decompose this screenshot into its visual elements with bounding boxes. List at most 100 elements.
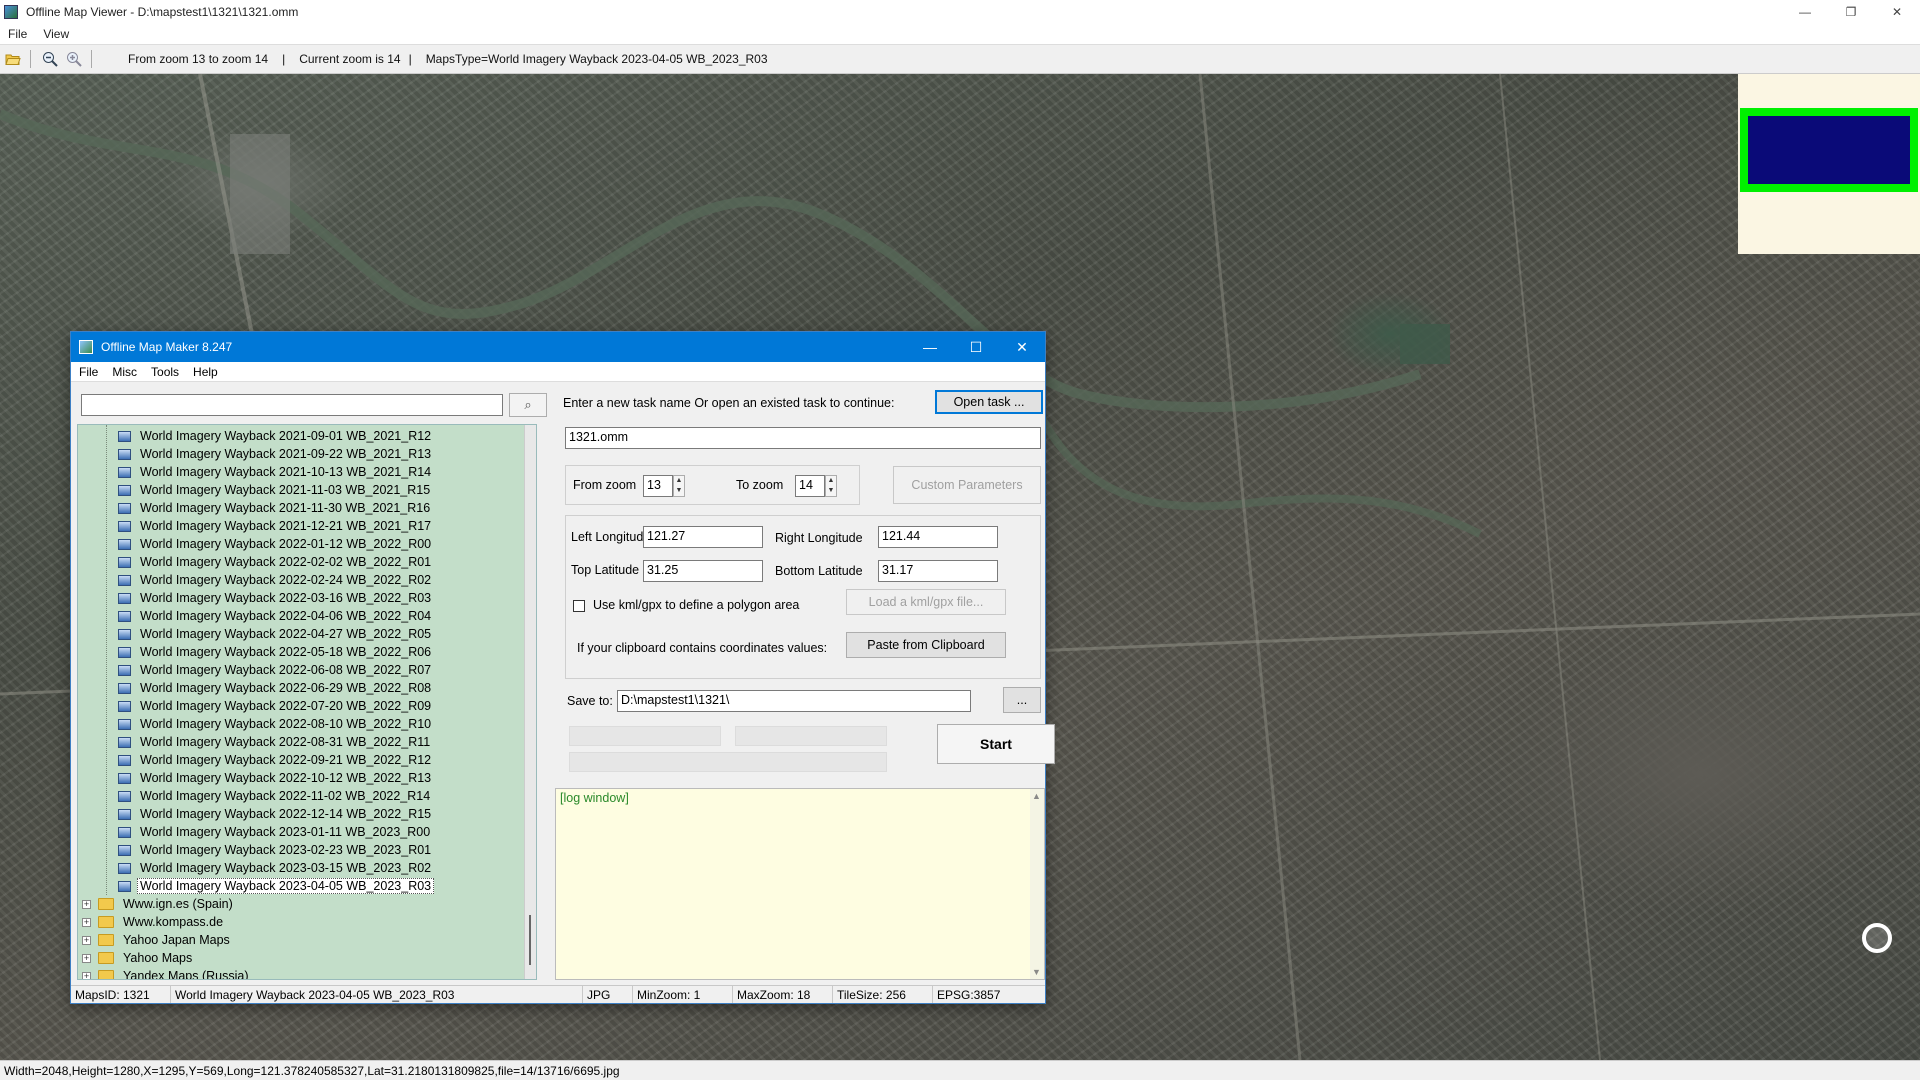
browse-folder-button[interactable]: ... [1003, 687, 1041, 713]
tree-folder[interactable]: + Www.ign.es (Spain) [82, 895, 236, 913]
expand-icon[interactable]: + [82, 953, 91, 963]
map-layer-icon [118, 466, 131, 478]
tree-folder[interactable]: + Www.kompass.de [82, 913, 226, 931]
tree-item-wayback[interactable]: World Imagery Wayback 2022-03-16 WB_2022… [118, 589, 434, 607]
tree-item-wayback[interactable]: World Imagery Wayback 2022-04-27 WB_2022… [118, 625, 434, 643]
tree-scrollbar[interactable] [524, 425, 536, 979]
to-zoom-field[interactable]: 14 [795, 475, 825, 497]
tile-info-status: Width=2048,Height=1280,X=1295,Y=569,Long… [4, 1063, 620, 1078]
spin-up-icon[interactable]: ▲ [674, 476, 684, 486]
provider-search-input[interactable] [81, 394, 503, 416]
tree-item-label: World Imagery Wayback 2022-12-14 WB_2022… [140, 807, 432, 821]
zoom-in-icon[interactable] [63, 48, 85, 70]
log-scrollbar[interactable]: ▲ ▼ [1030, 789, 1044, 979]
custom-parameters-button[interactable]: Custom Parameters [893, 466, 1041, 504]
min-zoom-status: MinZoom: 1 [633, 986, 733, 1003]
load-kml-button[interactable]: Load a kml/gpx file... [846, 589, 1006, 615]
main-toolbar: From zoom 13 to zoom 14 | Current zoom i… [0, 44, 1920, 74]
scroll-up-icon[interactable]: ▲ [1032, 791, 1041, 801]
tree-item-wayback[interactable]: World Imagery Wayback 2022-09-21 WB_2022… [118, 751, 434, 769]
kml-polygon-checkbox[interactable] [573, 600, 585, 612]
dialog-menu-misc[interactable]: Misc [106, 365, 143, 379]
dialog-maximize-button[interactable]: ☐ [953, 332, 999, 362]
map-layer-icon [118, 520, 131, 532]
tree-item-wayback[interactable]: World Imagery Wayback 2022-10-12 WB_2022… [118, 769, 434, 787]
tree-item-wayback[interactable]: World Imagery Wayback 2022-06-29 WB_2022… [118, 679, 434, 697]
tree-item-wayback[interactable]: World Imagery Wayback 2023-04-05 WB_2023… [118, 877, 435, 895]
tree-item-wayback[interactable]: World Imagery Wayback 2022-06-08 WB_2022… [118, 661, 434, 679]
tree-folder-label: Yahoo Maps [123, 951, 193, 965]
dialog-menu-file[interactable]: File [73, 365, 104, 379]
tree-item-wayback[interactable]: World Imagery Wayback 2022-01-12 WB_2022… [118, 535, 434, 553]
dialog-menu-tools[interactable]: Tools [145, 365, 185, 379]
overview-minimap[interactable] [1738, 74, 1920, 254]
tree-item-wayback[interactable]: World Imagery Wayback 2022-04-06 WB_2022… [118, 607, 434, 625]
maximize-button[interactable]: ❐ [1828, 0, 1874, 24]
save-path-field[interactable]: D:\mapstest1\1321\ [617, 690, 971, 712]
top-latitude-field[interactable]: 31.25 [643, 560, 763, 582]
expand-icon[interactable]: + [82, 899, 91, 909]
tree-item-wayback[interactable]: World Imagery Wayback 2021-11-03 WB_2021… [118, 481, 433, 499]
task-name-field[interactable]: 1321.omm [565, 427, 1041, 449]
right-longitude-field[interactable]: 121.44 [878, 526, 998, 548]
start-button[interactable]: Start [937, 724, 1055, 764]
spin-up-icon[interactable]: ▲ [826, 476, 836, 486]
tree-item-wayback[interactable]: World Imagery Wayback 2023-02-23 WB_2023… [118, 841, 434, 859]
menu-file[interactable]: File [0, 27, 35, 41]
from-zoom-field[interactable]: 13 [643, 475, 673, 497]
map-layer-icon [118, 628, 131, 640]
dialog-close-button[interactable]: ✕ [999, 332, 1045, 362]
map-provider-tree[interactable]: World Imagery Wayback 2021-09-01 WB_2021… [77, 424, 537, 980]
tree-folder[interactable]: + Yahoo Japan Maps [82, 931, 233, 949]
tree-item-label: World Imagery Wayback 2022-06-08 WB_2022… [140, 663, 432, 677]
tree-item-label: World Imagery Wayback 2022-02-24 WB_2022… [140, 573, 432, 587]
tree-item-wayback[interactable]: World Imagery Wayback 2022-02-02 WB_2022… [118, 553, 434, 571]
left-longitude-field[interactable]: 121.27 [643, 526, 763, 548]
map-layer-icon [118, 448, 131, 460]
tree-item-wayback[interactable]: World Imagery Wayback 2022-08-31 WB_2022… [118, 733, 433, 751]
menu-view[interactable]: View [35, 27, 77, 41]
from-zoom-spinner[interactable]: ▲ ▼ [673, 475, 685, 497]
dialog-minimize-button[interactable]: — [907, 332, 953, 362]
minimize-button[interactable]: — [1782, 0, 1828, 24]
expand-icon[interactable]: + [82, 935, 91, 945]
tree-item-wayback[interactable]: World Imagery Wayback 2021-12-21 WB_2021… [118, 517, 434, 535]
tree-item-wayback[interactable]: World Imagery Wayback 2021-11-30 WB_2021… [118, 499, 433, 517]
bottom-latitude-field[interactable]: 31.17 [878, 560, 998, 582]
paste-clipboard-button[interactable]: Paste from Clipboard [846, 632, 1006, 658]
spin-down-icon[interactable]: ▼ [826, 486, 836, 496]
to-zoom-spinner[interactable]: ▲ ▼ [825, 475, 837, 497]
tree-folder[interactable]: + Yahoo Maps [82, 949, 195, 967]
open-task-button[interactable]: Open task ... [935, 390, 1043, 414]
tree-item-wayback[interactable]: World Imagery Wayback 2022-12-14 WB_2022… [118, 805, 434, 823]
save-to-label: Save to: [567, 694, 613, 708]
map-layer-icon [118, 574, 131, 586]
tree-item-wayback[interactable]: World Imagery Wayback 2021-09-01 WB_2021… [118, 427, 434, 445]
tree-scrollbar-thumb[interactable] [529, 915, 531, 965]
tree-folder[interactable]: + Yandex Maps (Russia) [82, 967, 252, 979]
log-window[interactable]: [log window] ▲ ▼ [555, 788, 1045, 980]
tree-item-wayback[interactable]: World Imagery Wayback 2022-07-20 WB_2022… [118, 697, 434, 715]
tree-item-wayback[interactable]: World Imagery Wayback 2022-05-18 WB_2022… [118, 643, 434, 661]
expand-icon[interactable]: + [82, 917, 91, 927]
tree-item-wayback[interactable]: World Imagery Wayback 2022-11-02 WB_2022… [118, 787, 433, 805]
tree-item-wayback[interactable]: World Imagery Wayback 2021-10-13 WB_2021… [118, 463, 434, 481]
format-status: JPG [583, 986, 633, 1003]
tree-item-wayback[interactable]: World Imagery Wayback 2021-09-22 WB_2021… [118, 445, 434, 463]
expand-icon[interactable]: + [82, 971, 91, 979]
spin-down-icon[interactable]: ▼ [674, 486, 684, 496]
window-title: Offline Map Viewer - D:\mapstest1\1321\1… [26, 5, 299, 19]
scroll-down-icon[interactable]: ▼ [1032, 967, 1041, 977]
tree-item-wayback[interactable]: World Imagery Wayback 2023-01-11 WB_2023… [118, 823, 433, 841]
tree-item-wayback[interactable]: World Imagery Wayback 2022-08-10 WB_2022… [118, 715, 434, 733]
dialog-statusbar: MapsID: 1321 World Imagery Wayback 2023-… [71, 985, 1045, 1003]
tree-item-wayback[interactable]: World Imagery Wayback 2023-03-15 WB_2023… [118, 859, 434, 877]
toolbar-separator [30, 50, 31, 68]
zoom-out-icon[interactable] [39, 48, 61, 70]
search-button[interactable]: ⌕ [509, 393, 547, 417]
tree-item-wayback[interactable]: World Imagery Wayback 2022-02-24 WB_2022… [118, 571, 434, 589]
folder-open-icon[interactable] [2, 48, 24, 70]
tree-item-label: World Imagery Wayback 2021-10-13 WB_2021… [140, 465, 432, 479]
dialog-menu-help[interactable]: Help [187, 365, 224, 379]
close-button[interactable]: ✕ [1874, 0, 1920, 24]
